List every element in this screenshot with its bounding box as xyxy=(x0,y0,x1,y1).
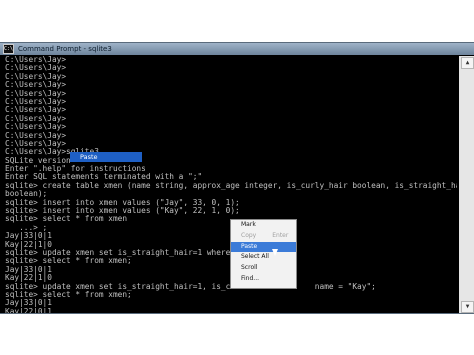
context-menu-item-select-all[interactable]: Select All xyxy=(231,252,296,263)
context-menu-item-label: Scroll xyxy=(241,264,258,272)
context-menu-item-label: Mark xyxy=(241,221,256,228)
background-top xyxy=(0,0,474,43)
context-menu-item-mark[interactable]: Mark xyxy=(231,220,296,231)
mouse-pointer-icon xyxy=(272,249,278,256)
console-line: C:\Users\Jay> xyxy=(5,71,67,81)
scroll-down-icon[interactable]: ▼ xyxy=(461,301,474,313)
console-line: sqlite> create table xmen (name string, … xyxy=(5,180,457,190)
context-menu[interactable]: Mark Copy Enter Paste Select All Scroll Find..… xyxy=(230,219,297,289)
title-bar[interactable]: C:\ Command Prompt - sqlite3 xyxy=(0,43,474,55)
context-menu-item-label: Paste xyxy=(241,242,258,250)
command-prompt-icon: C:\ xyxy=(3,44,14,54)
console-line: C:\Users\Jay> xyxy=(5,105,67,115)
vertical-scrollbar[interactable]: ▲ ▼ xyxy=(459,56,474,313)
console-line: C:\Users\Jay> xyxy=(5,96,67,106)
background-bottom xyxy=(0,313,474,355)
paste-tooltip[interactable]: Paste xyxy=(70,152,142,162)
context-menu-item-shortcut: Enter xyxy=(272,231,289,239)
console-line: sqlite> select * from xmen; xyxy=(5,289,132,299)
context-menu-item-copy[interactable]: Copy Enter xyxy=(231,231,296,242)
context-menu-item-label: Copy xyxy=(241,231,257,239)
console-line: Jay|33|0|1 xyxy=(5,298,52,308)
console-line: C:\Users\Jay> xyxy=(5,56,67,64)
context-menu-item-paste[interactable]: Paste xyxy=(231,241,296,253)
console-line: C:\Users\Jay> xyxy=(5,122,67,132)
context-menu-item-find[interactable]: Find... xyxy=(231,274,296,285)
context-menu-item-scroll[interactable]: Scroll xyxy=(231,263,296,274)
window-title: Command Prompt - sqlite3 xyxy=(18,45,112,53)
console-line: C:\Users\Jay> xyxy=(5,80,67,90)
console-line: C:\Users\Jay> xyxy=(5,88,67,98)
context-menu-item-label: Find... xyxy=(241,274,260,282)
context-menu-item-label: Select All xyxy=(241,253,269,261)
scroll-up-icon[interactable]: ▲ xyxy=(461,57,474,69)
console-line: C:\Users\Jay> xyxy=(5,113,67,123)
console-line: C:\Users\Jay> xyxy=(5,63,67,73)
console-line: C:\Users\Jay> xyxy=(5,130,67,140)
console-line: Kay|22|0|1 xyxy=(5,306,52,313)
